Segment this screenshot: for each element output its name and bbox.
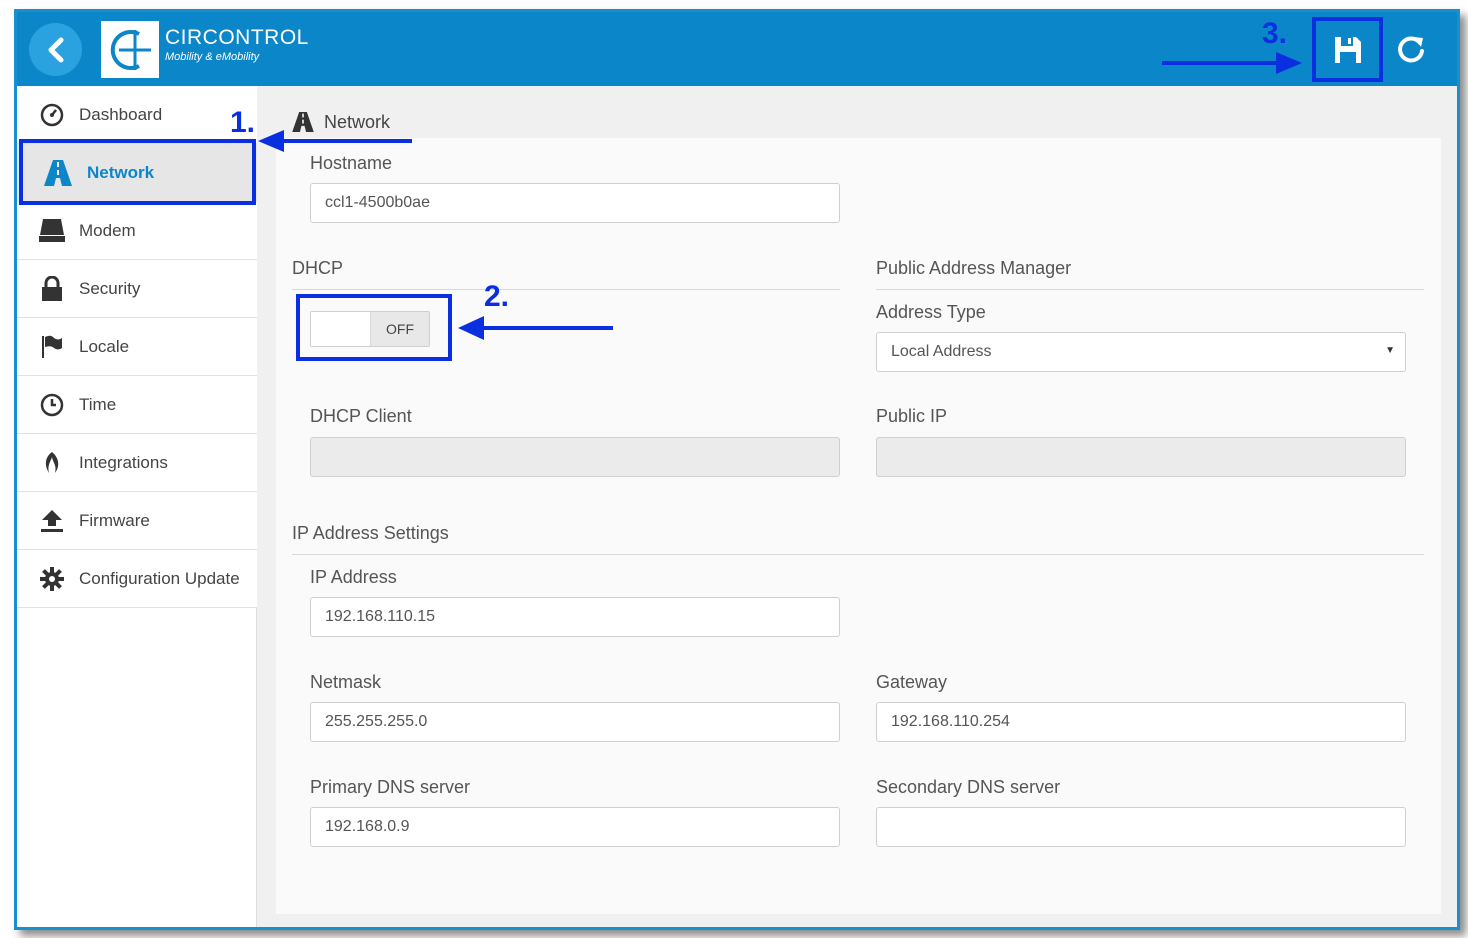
address-type-label: Address Type (876, 302, 986, 322)
public-ip-label: Public IP (876, 406, 948, 426)
sidebar-item-security[interactable]: Security (17, 260, 257, 318)
sidebar-item-label: Dashboard (79, 104, 163, 124)
primary-dns-label: Primary DNS server (310, 777, 471, 797)
annotation-step-2: 2. (484, 280, 510, 313)
flag-icon (37, 335, 67, 359)
sidebar-item-label: Security (79, 278, 141, 298)
hostname-label: Hostname (310, 153, 393, 173)
clock-icon (37, 393, 67, 417)
annotation-arrow-1 (258, 130, 412, 152)
sidebar-item-dashboard[interactable]: Dashboard (17, 86, 257, 144)
brand-logo (101, 21, 159, 78)
divider (292, 554, 1424, 555)
address-type-value: Local Address (891, 343, 992, 360)
sidebar-item-time[interactable]: Time (17, 376, 257, 434)
sidebar-item-integrations[interactable]: Integrations (17, 434, 257, 492)
sidebar-item-configuration-update[interactable]: Configuration Update (17, 550, 257, 608)
chevron-left-icon (48, 37, 63, 62)
dashboard-icon (37, 103, 67, 127)
save-button[interactable] (1312, 17, 1383, 82)
annotation-highlight-dhcp-toggle (296, 294, 452, 361)
sidebar-item-label: Integrations (79, 452, 168, 472)
back-button[interactable] (29, 23, 82, 76)
brand-name: CIRCONTROL (165, 26, 309, 49)
hostname-input[interactable]: ccl1-4500b0ae (310, 183, 840, 223)
secondary-dns-input[interactable] (876, 807, 1406, 847)
annotation-highlight-network (19, 139, 256, 205)
address-type-select[interactable]: Local Address ▼ (876, 332, 1406, 372)
netmask-input[interactable]: 255.255.255.0 (310, 702, 840, 742)
floppy-disk-icon (1334, 36, 1361, 63)
modem-icon (37, 218, 67, 243)
brand-text: CIRCONTROL Mobility & eMobility (165, 26, 309, 64)
sidebar-item-label: Firmware (79, 510, 150, 530)
ip-address-label: IP Address (310, 567, 397, 587)
caret-down-icon: ▼ (1385, 345, 1395, 356)
secondary-dns-label: Secondary DNS server (876, 777, 1061, 797)
sidebar-item-label: Modem (79, 220, 136, 240)
ip-settings-section-title: IP Address Settings (292, 523, 449, 543)
annotation-arrow-2 (458, 316, 613, 340)
dhcp-section-title: DHCP (292, 258, 344, 278)
public-ip-field (876, 437, 1406, 477)
gateway-label: Gateway (876, 672, 948, 692)
brand-tagline: Mobility & eMobility (165, 51, 260, 63)
sidebar-item-label: Configuration Update (79, 568, 240, 588)
annotation-step-1: 1. (230, 106, 256, 139)
sidebar-item-locale[interactable]: Locale (17, 318, 257, 376)
sidebar-item-firmware[interactable]: Firmware (17, 492, 257, 550)
sidebar-item-label: Locale (79, 336, 130, 356)
gear-icon (37, 566, 67, 591)
panel-header: Network (276, 106, 1441, 138)
sidebar-item-label: Time (79, 394, 117, 414)
sidebar: Dashboard Network Modem Security Locale (17, 86, 257, 927)
integrations-icon (37, 451, 67, 475)
upload-icon (37, 509, 67, 533)
dhcp-client-field (310, 437, 840, 477)
lock-icon (37, 275, 67, 302)
ip-address-input[interactable]: 192.168.110.15 (310, 597, 840, 637)
annotation-step-3: 3. (1262, 17, 1288, 50)
divider (876, 289, 1424, 290)
sidebar-item-modem[interactable]: Modem (17, 202, 257, 260)
refresh-icon (1398, 36, 1424, 63)
annotation-arrow-3 (1162, 52, 1302, 74)
primary-dns-input[interactable]: 192.168.0.9 (310, 807, 840, 847)
dhcp-client-label: DHCP Client (310, 406, 412, 426)
netmask-label: Netmask (310, 672, 382, 692)
divider (292, 289, 840, 290)
refresh-button[interactable] (1393, 30, 1429, 68)
public-address-section-title: Public Address Manager (876, 258, 1072, 278)
gateway-input[interactable]: 192.168.110.254 (876, 702, 1406, 742)
